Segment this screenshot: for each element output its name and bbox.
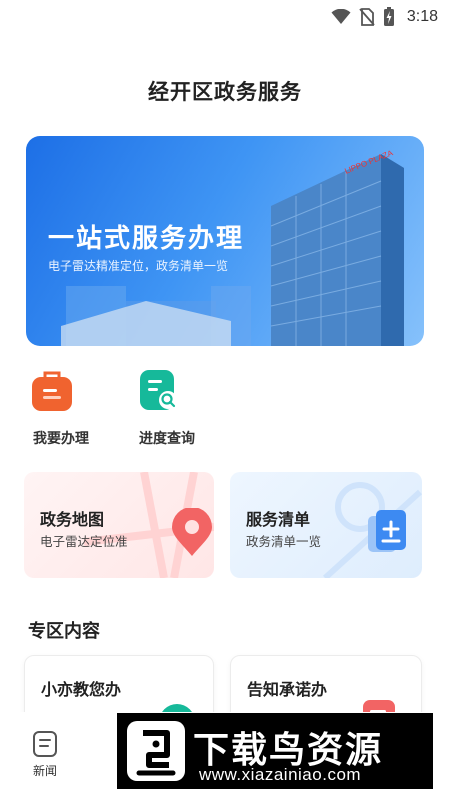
- card-subtitle: 政务清单一览: [246, 534, 322, 549]
- no-sim-icon: [359, 8, 375, 26]
- banner-title: 一站式服务办理: [48, 224, 245, 254]
- zone-card-title: 告知承诺办: [247, 680, 328, 699]
- bird-logo-icon: [127, 721, 185, 781]
- battery-charging-icon: [383, 7, 394, 26]
- map-pin-icon: [172, 508, 212, 556]
- hero-banner[interactable]: LIPPO PLAZA 一站式服务办理 电子雷达精准定位，政务清单一览: [26, 136, 424, 346]
- nav-item-news[interactable]: 新闻: [24, 730, 66, 779]
- nav-item-label: 新闻: [32, 764, 57, 778]
- card-subtitle: 电子雷达定位准: [40, 534, 128, 549]
- government-map-card[interactable]: 政务地图 电子雷达定位准: [24, 472, 214, 578]
- watermark-url: www.xiazainiao.com: [199, 765, 362, 784]
- watermark-overlay: 下载鸟资源 www.xiazainiao.com: [117, 713, 433, 789]
- document-search-icon: [140, 370, 177, 410]
- card-title: 政务地图: [40, 510, 105, 529]
- quick-action-apply[interactable]: 我要办理: [30, 368, 92, 448]
- zone-card-title: 小亦教您办: [41, 680, 122, 699]
- card-title: 服务清单: [246, 510, 311, 529]
- clock: 3:18: [406, 8, 438, 25]
- quick-action-label: 我要办理: [33, 431, 89, 447]
- quick-action-progress[interactable]: 进度查询: [136, 368, 198, 448]
- quick-action-label: 进度查询: [139, 431, 195, 447]
- service-list-card[interactable]: 服务清单 政务清单一览: [230, 472, 422, 578]
- wifi-icon: [331, 9, 351, 24]
- news-icon: [33, 731, 57, 757]
- page-title: 经开区政务服务: [148, 80, 302, 104]
- section-title: 专区内容: [28, 621, 100, 642]
- briefcase-icon: [32, 371, 72, 411]
- status-bar: 3:18: [0, 0, 450, 34]
- banner-subtitle: 电子雷达精准定位，政务清单一览: [48, 259, 229, 273]
- document-add-icon: [368, 510, 406, 552]
